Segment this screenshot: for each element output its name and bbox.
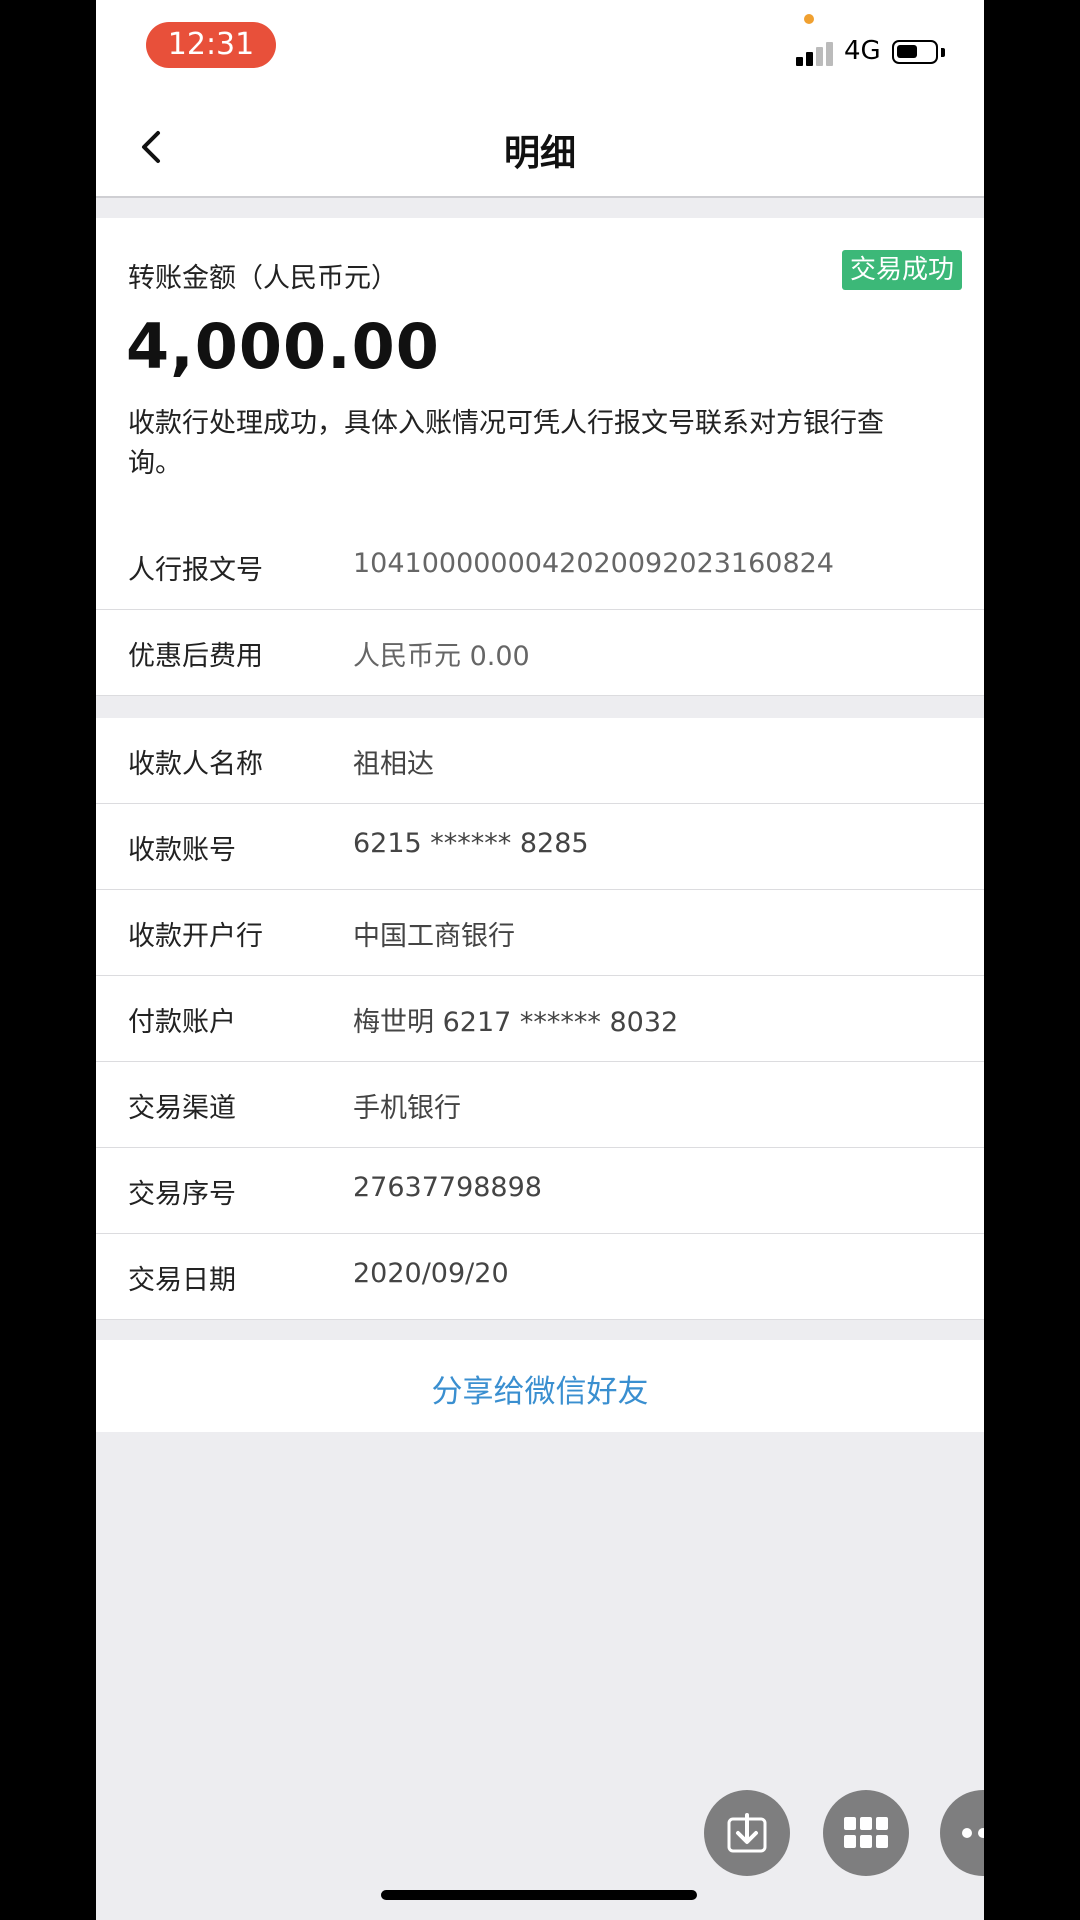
download-button[interactable] [704,1790,790,1876]
grid-icon [844,1817,888,1848]
row-value: 中国工商银行 [353,921,515,952]
row-value: 人民币元 0.00 [353,641,530,672]
signal-icon [796,40,836,66]
row-label: 付款账户 [128,1007,236,1038]
detail-row-message-number: 人行报文号 104100000004202009202316082​4 [96,524,984,610]
more-button[interactable] [940,1790,984,1876]
row-value: 梅世明 6217 ****** 8032 [353,1007,679,1038]
amount-label: 转账金额（人民币元） [128,263,398,294]
nav-bar: 明细 [96,96,984,198]
detail-row-payee-account: 收款账号 6215 ****** 8285 [96,804,984,890]
detail-row-date: 交易日期 2020/09/20 [96,1234,984,1320]
row-value: 27637798898 [353,1172,542,1203]
detail-row-serial: 交易序号 27637798898 [96,1148,984,1234]
row-label: 交易渠道 [128,1093,236,1124]
row-label: 优惠后费用 [128,641,263,672]
amount-card: 转账金额（人民币元） 交易成功 4,000.00 收款行处理成功，具体入账情况可… [96,218,984,525]
share-wechat-button[interactable]: 分享给微信好友 [96,1340,984,1432]
detail-row-fee: 优惠后费用 人民币元 0.00 [96,610,984,696]
row-label: 收款人名称 [128,749,263,780]
share-label: 分享给微信好友 [431,1374,649,1410]
download-icon [727,1813,767,1853]
network-type: 4G [844,36,881,66]
row-label: 人行报文号 [128,555,263,586]
phone-screen: 12:31 4G 明细 转账金额（人民币元） 交易成功 4,000.00 收款行… [96,0,984,1920]
row-value: 手机银行 [353,1093,461,1124]
row-value: 2020/09/20 [353,1258,509,1289]
detail-row-payee-name: 收款人名称 祖相达 [96,718,984,804]
amount-value: 4,000.00 [126,310,440,383]
row-label: 收款开户行 [128,921,263,952]
apps-button[interactable] [823,1790,909,1876]
privacy-indicator-dot [804,14,814,24]
row-label: 交易日期 [128,1265,236,1296]
page-title: 明细 [503,133,576,174]
detail-row-payer-account: 付款账户 梅世明 6217 ****** 8032 [96,976,984,1062]
more-icon [962,1828,984,1838]
detail-row-payee-bank: 收款开户行 中国工商银行 [96,890,984,976]
status-badge: 交易成功 [841,250,962,290]
battery-tip [941,48,945,57]
battery-icon [892,40,938,64]
row-value: 祖相达 [353,749,434,780]
amount-description: 收款行处理成功，具体入账情况可凭人行报文号联系对方银行查询。 [128,408,884,479]
home-indicator[interactable] [381,1890,697,1900]
row-value: 6215 ****** 8285 [353,828,589,859]
status-bar: 12:31 4G [96,0,984,96]
row-value: 104100000004202009202316082​4 [353,548,834,579]
detail-row-channel: 交易渠道 手机银行 [96,1062,984,1148]
row-label: 交易序号 [128,1179,236,1210]
row-label: 收款账号 [128,835,236,866]
status-time: 12:31 [146,22,276,68]
